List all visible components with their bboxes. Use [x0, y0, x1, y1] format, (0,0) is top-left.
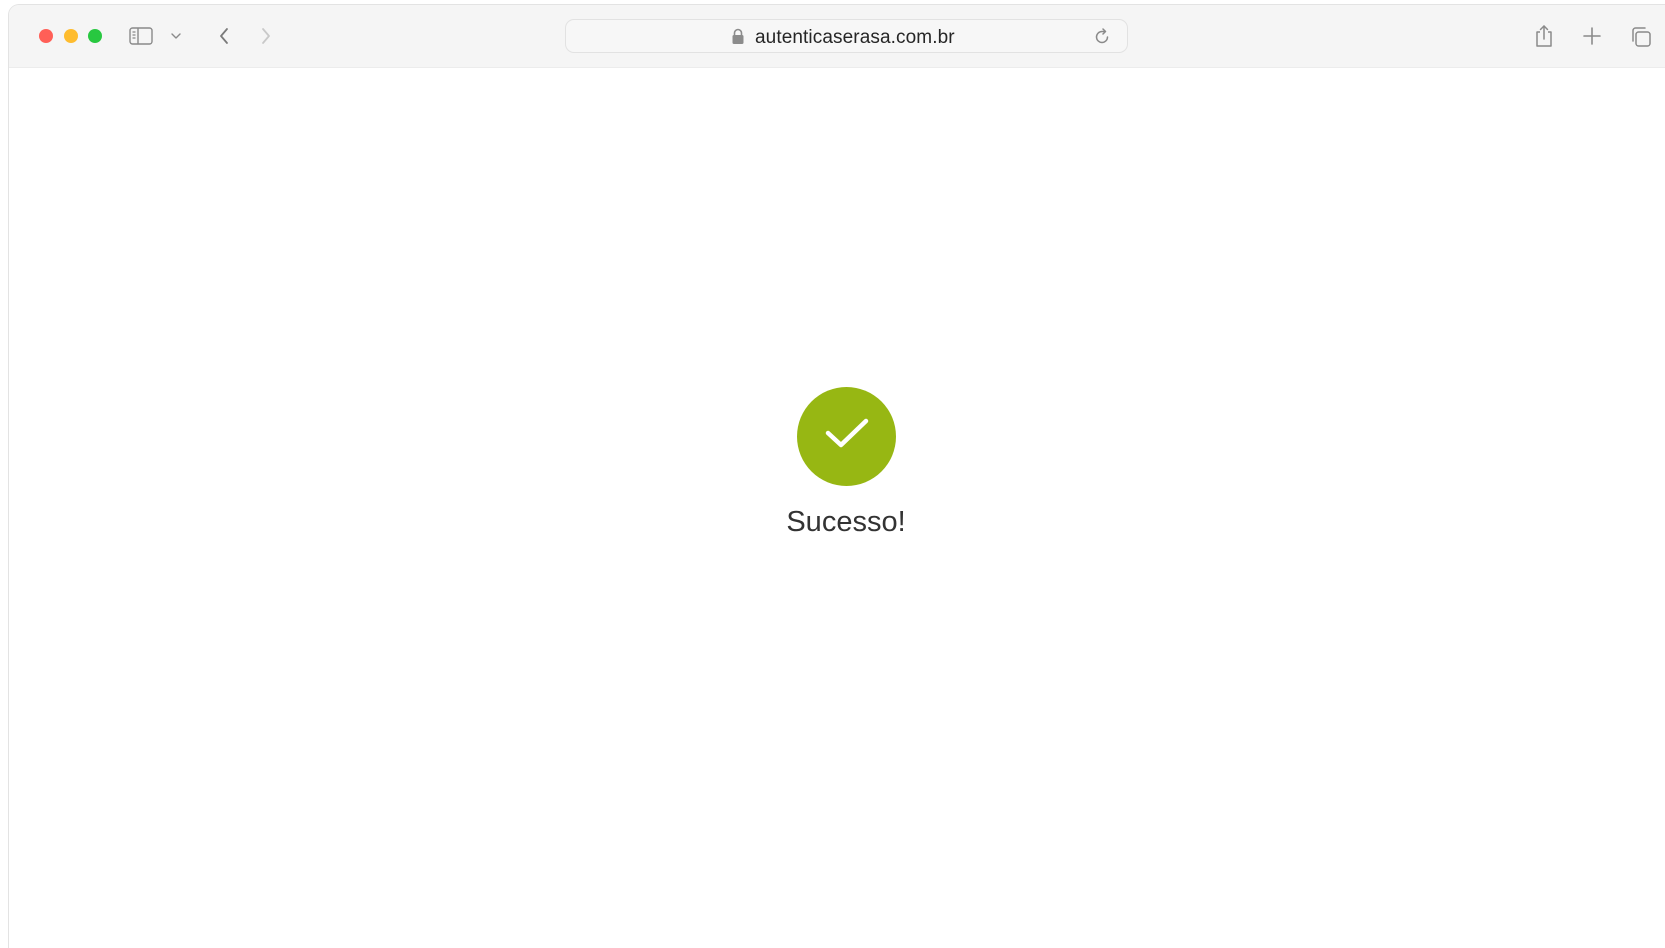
success-badge	[797, 387, 896, 486]
address-bar[interactable]: autenticaserasa.com.br	[565, 19, 1128, 53]
chevron-down-icon[interactable]	[168, 29, 184, 43]
minimize-window-button[interactable]	[64, 29, 78, 43]
share-icon[interactable]	[1533, 23, 1555, 49]
reload-icon[interactable]	[1093, 28, 1111, 46]
chevron-right-icon[interactable]	[256, 25, 276, 47]
checkmark-icon	[823, 414, 871, 459]
success-message: Sucesso!	[786, 506, 906, 538]
tabs-overview-icon[interactable]	[1629, 25, 1653, 49]
lock-icon	[731, 28, 745, 45]
browser-window: autenticaserasa.com.br Sucesso!	[9, 5, 1665, 948]
plus-icon[interactable]	[1581, 25, 1603, 47]
maximize-window-button[interactable]	[88, 29, 102, 43]
sidebar-icon[interactable]	[126, 25, 156, 47]
page-content: Sucesso!	[9, 69, 1665, 948]
chevron-left-icon[interactable]	[214, 25, 234, 47]
address-url[interactable]: autenticaserasa.com.br	[755, 27, 955, 49]
browser-toolbar: autenticaserasa.com.br	[9, 5, 1665, 68]
close-window-button[interactable]	[39, 29, 53, 43]
